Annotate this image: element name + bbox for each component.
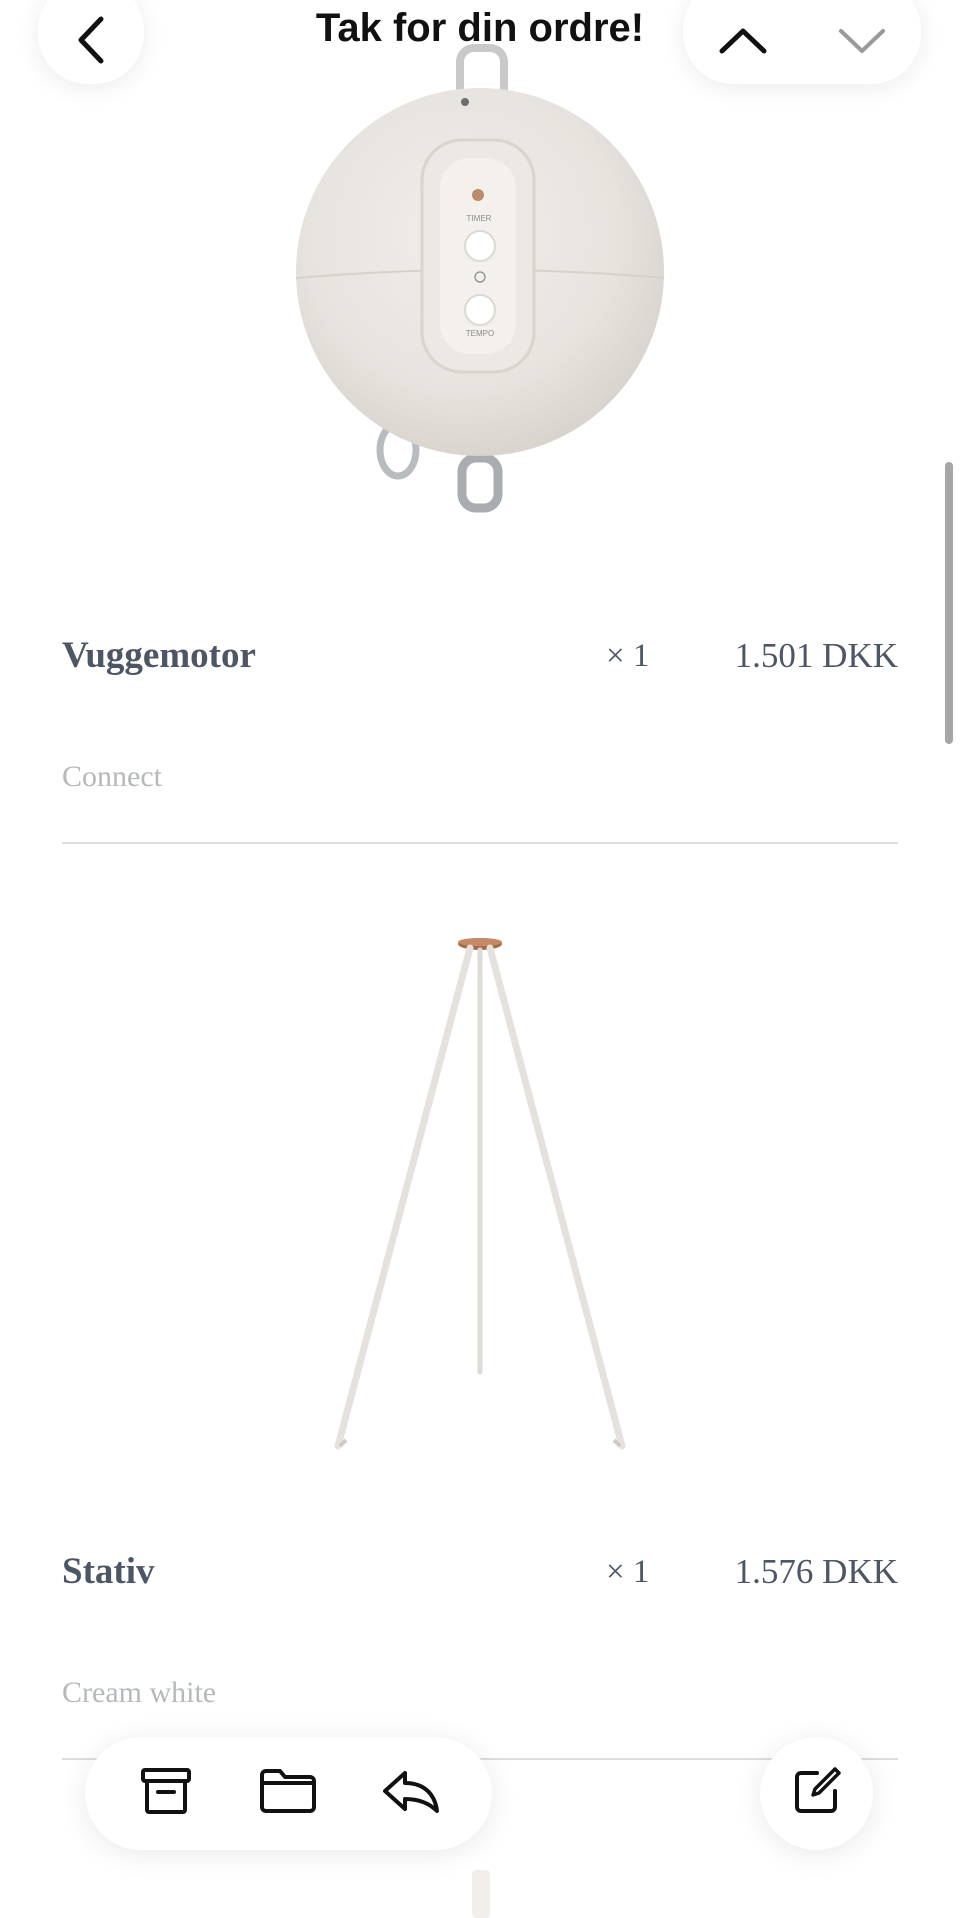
product-price: 1.576 DKK bbox=[734, 1552, 898, 1591]
svg-text:TEMPO: TEMPO bbox=[466, 329, 494, 338]
chevron-up-icon bbox=[718, 25, 768, 60]
svg-text:TIMER: TIMER bbox=[467, 214, 492, 223]
product-variant: Connect bbox=[62, 760, 162, 793]
product-quantity: × 1 bbox=[606, 638, 650, 674]
product-name: Vuggemotor bbox=[62, 635, 256, 676]
message-navigation bbox=[683, 0, 921, 84]
product-variant: Cream white bbox=[62, 1676, 217, 1709]
product-name: Stativ bbox=[62, 1551, 155, 1592]
product-image-stativ bbox=[0, 920, 960, 1460]
reply-icon bbox=[381, 1767, 441, 1820]
archive-icon bbox=[140, 1766, 192, 1821]
chevron-down-icon bbox=[837, 25, 887, 60]
divider bbox=[62, 842, 898, 844]
reply-button[interactable] bbox=[361, 1749, 461, 1839]
product-image-partial bbox=[472, 1870, 490, 1918]
compose-button[interactable] bbox=[760, 1737, 873, 1850]
folder-icon bbox=[258, 1767, 318, 1820]
top-bar: Tak for din ordre! bbox=[0, 0, 960, 90]
move-to-folder-button[interactable] bbox=[238, 1749, 338, 1839]
bottom-toolbar bbox=[85, 1737, 492, 1850]
next-message-button[interactable] bbox=[812, 2, 912, 82]
compose-icon bbox=[791, 1765, 843, 1822]
previous-message-button[interactable] bbox=[693, 2, 793, 82]
archive-button[interactable] bbox=[116, 1749, 216, 1839]
scrollbar[interactable] bbox=[945, 462, 953, 744]
product-price: 1.501 DKK bbox=[734, 636, 898, 675]
product-quantity: × 1 bbox=[606, 1554, 650, 1590]
